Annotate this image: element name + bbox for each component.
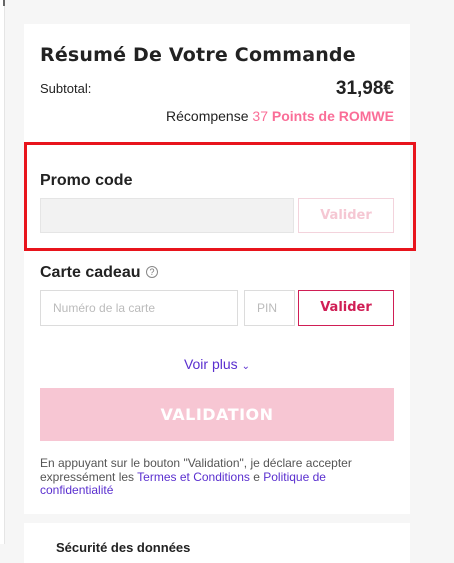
page-title: Résumé De Votre Commande <box>40 44 356 66</box>
gift-card-number-input[interactable]: Numéro de la carte <box>40 290 238 326</box>
data-security-title: Sécurité des données <box>56 540 191 555</box>
subtotal-value: 31,98€ <box>335 78 394 99</box>
legal-conjunction: e <box>249 469 264 484</box>
subtotal-label: Subtotal: <box>40 81 92 96</box>
reward-points-count: 37 <box>252 108 268 124</box>
terms-link[interactable]: Termes et Conditions <box>137 470 250 484</box>
checkout-validation-button[interactable]: VALIDATION <box>40 388 394 441</box>
chevron-down-icon: ⌄ <box>241 361 251 372</box>
reward-prefix: Récompense <box>166 108 249 124</box>
left-panel-edge <box>0 0 5 544</box>
legal-notice: En appuyant sur le bouton "Validation", … <box>40 456 370 498</box>
left-panel-marker <box>3 0 5 6</box>
promo-highlight-frame <box>24 142 416 251</box>
gift-card-validate-button[interactable]: Valider <box>298 290 394 326</box>
data-security-card: Sécurité des données <box>24 523 410 563</box>
help-icon[interactable]: ? <box>146 266 158 278</box>
order-summary-card: Résumé De Votre Commande Subtotal: 31,98… <box>24 24 410 514</box>
see-more-link[interactable]: Voir plus ⌄ <box>24 356 410 372</box>
reward-points-line: Récompense 37 Points de ROMWE <box>166 108 394 124</box>
reward-points-label: Points de ROMWE <box>271 108 394 124</box>
gift-card-title: Carte cadeau <box>40 264 141 281</box>
see-more-label[interactable]: Voir plus <box>184 356 238 372</box>
gift-card-pin-input[interactable]: PIN <box>244 290 295 326</box>
